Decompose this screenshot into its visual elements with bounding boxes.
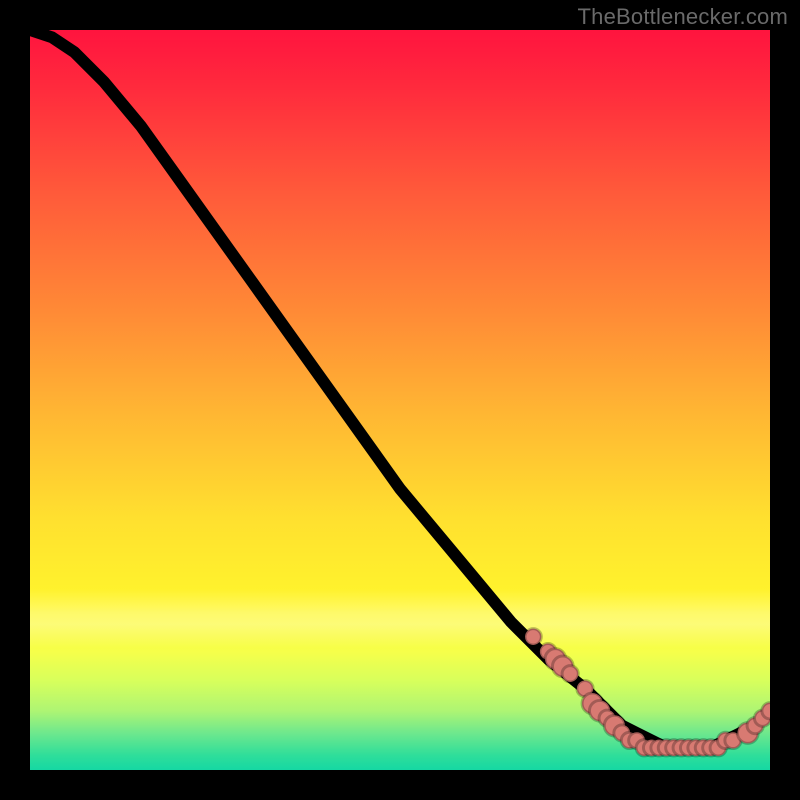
- watermark-text: TheBottlenecker.com: [578, 4, 788, 30]
- plot-area: [30, 30, 770, 770]
- scatter-dot: [762, 703, 770, 719]
- scatter-dot: [562, 666, 578, 682]
- chart-svg: [30, 30, 770, 770]
- scatter-dot: [525, 629, 541, 645]
- chart-frame: TheBottlenecker.com: [0, 0, 800, 800]
- bottleneck-curve: [30, 30, 770, 748]
